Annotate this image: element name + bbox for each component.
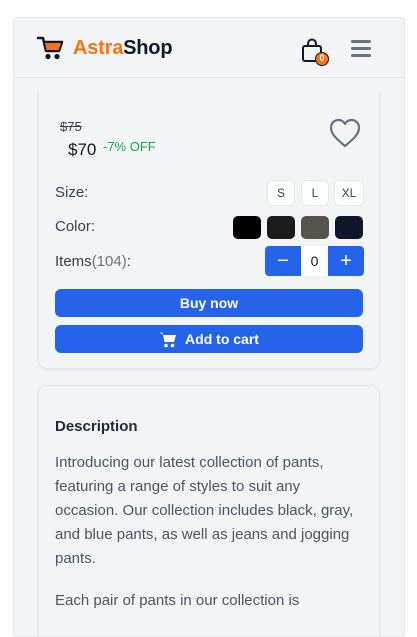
wishlist-button[interactable] bbox=[328, 117, 362, 149]
size-option-l[interactable]: L bbox=[301, 180, 329, 206]
size-label: Size: bbox=[55, 184, 89, 201]
old-price: $75 bbox=[60, 119, 82, 134]
hamburger-menu-icon[interactable] bbox=[351, 40, 371, 58]
size-option-xl[interactable]: XL bbox=[334, 180, 364, 206]
shopping-cart-icon bbox=[37, 36, 64, 60]
color-label: Color: bbox=[55, 218, 96, 235]
current-price: $70 bbox=[68, 140, 97, 159]
add-to-cart-button[interactable]: Add to cart bbox=[55, 325, 363, 353]
cart-icon bbox=[159, 332, 177, 347]
cart-count-badge: 0 bbox=[315, 52, 329, 66]
description-title: Description bbox=[55, 418, 138, 435]
buy-now-label: Buy now bbox=[179, 295, 239, 311]
brand-name-part2: Shop bbox=[123, 36, 173, 59]
color-swatch-4[interactable] bbox=[335, 216, 363, 239]
description-paragraph-1: Introducing our latest collection of pan… bbox=[55, 454, 354, 567]
items-label: Items(104): bbox=[55, 253, 131, 270]
product-card: $75 $70 -7% OFF Size: S L XL Color: Item… bbox=[38, 92, 380, 369]
buy-now-button[interactable]: Buy now bbox=[55, 289, 363, 317]
heart-icon bbox=[329, 118, 361, 148]
items-colon: : bbox=[126, 253, 131, 270]
quantity-stepper: − 0 + bbox=[265, 246, 364, 276]
add-to-cart-label: Add to cart bbox=[185, 331, 259, 347]
quantity-value[interactable]: 0 bbox=[301, 246, 328, 276]
items-stock-count: (104) bbox=[91, 253, 127, 270]
color-swatch-2[interactable] bbox=[267, 216, 295, 239]
color-swatch-1[interactable] bbox=[233, 216, 261, 239]
size-option-s[interactable]: S bbox=[267, 180, 295, 206]
brand-logo[interactable]: AstraShop bbox=[37, 35, 173, 61]
cart-button[interactable]: 0 bbox=[301, 37, 329, 69]
decrease-quantity-button[interactable]: − bbox=[265, 246, 301, 276]
app-frame: AstraShop 0 $75 $70 -7% OFF Size: S L XL… bbox=[13, 17, 405, 637]
brand-name: AstraShop bbox=[73, 36, 173, 60]
discount-label: -7% OFF bbox=[103, 139, 156, 154]
description-paragraph-2: Each pair of pants in our collection is bbox=[55, 592, 300, 609]
description-card: Description Introducing our latest colle… bbox=[38, 385, 380, 636]
items-text: Items bbox=[55, 253, 92, 270]
brand-name-part1: Astra bbox=[73, 36, 124, 59]
increase-quantity-button[interactable]: + bbox=[328, 246, 364, 276]
header: AstraShop 0 bbox=[14, 18, 404, 78]
color-swatch-3[interactable] bbox=[301, 216, 329, 239]
